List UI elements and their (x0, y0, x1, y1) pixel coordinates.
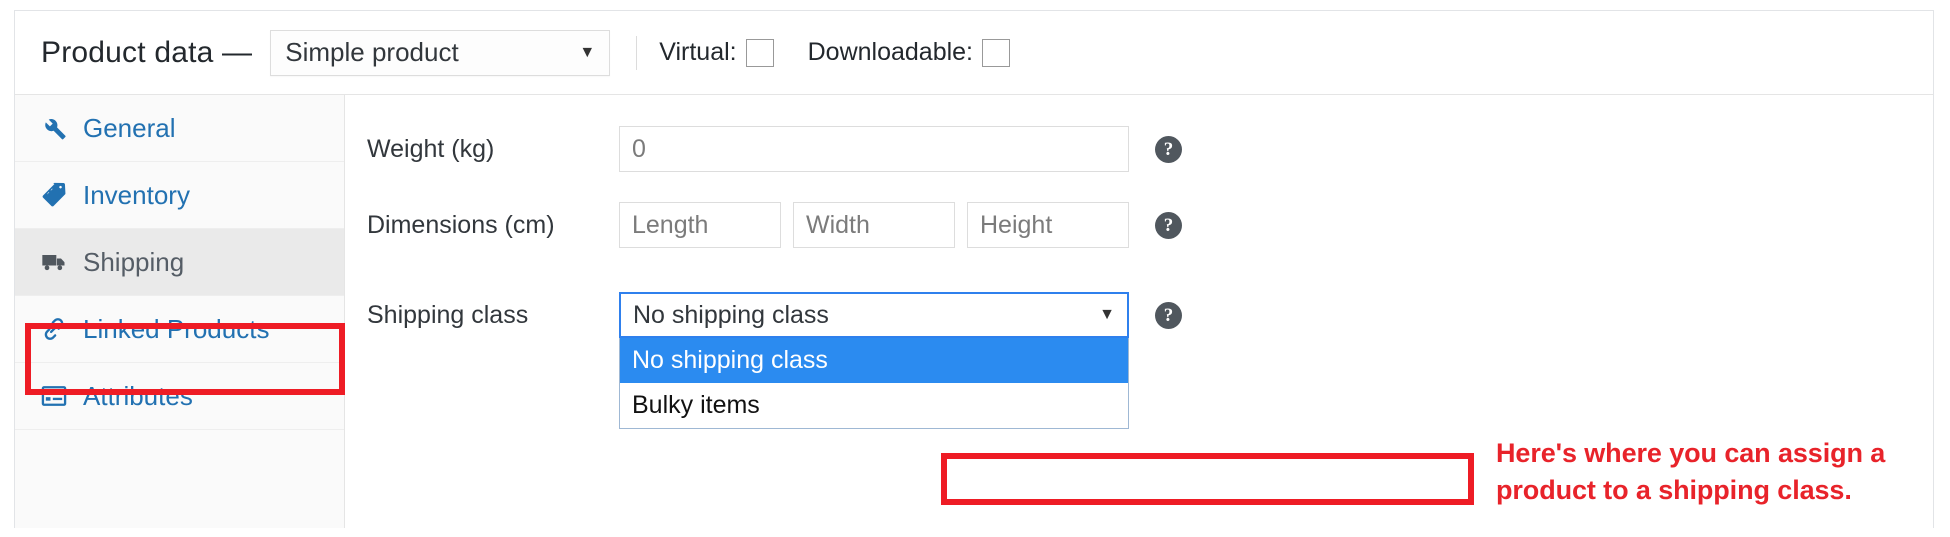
list-table-icon (39, 381, 69, 411)
dimension-width-input[interactable] (793, 202, 955, 248)
sidebar-item-linked-products[interactable]: Linked Products (15, 296, 344, 363)
shipping-fields-panel: Weight (kg) ? Dimensions (cm) ? Shipping… (345, 95, 1933, 528)
product-data-header: Product data — Simple product ▼ Virtual:… (15, 11, 1933, 95)
weight-input[interactable] (619, 126, 1129, 172)
annotation-callout: Here's where you can assign a product to… (1496, 438, 1886, 506)
virtual-label: Virtual: (659, 38, 737, 66)
option-label: Bulky items (632, 391, 760, 419)
header-divider (636, 35, 638, 70)
downloadable-label: Downloadable: (807, 38, 974, 66)
dimensions-label: Dimensions (cm) (367, 210, 555, 239)
help-icon[interactable]: ? (1155, 135, 1182, 163)
screenshot-root: Product data — Simple product ▼ Virtual:… (0, 0, 1950, 537)
shipping-class-field-row: Shipping class No shipping class ▼ No sh… (345, 277, 1933, 429)
product-data-tabs: General Inventory Shipping Linked Produc… (15, 95, 345, 528)
sidebar-item-label: Inventory (83, 180, 190, 210)
option-label: No shipping class (632, 346, 828, 374)
dimension-length-input[interactable] (619, 202, 781, 248)
product-type-value: Simple product (285, 37, 459, 67)
shipping-class-label: Shipping class (367, 300, 529, 329)
tag-icon (39, 180, 69, 210)
sidebar-item-label: Attributes (83, 381, 193, 411)
sidebar-item-label: Linked Products (83, 314, 270, 344)
sidebar-item-inventory[interactable]: Inventory (15, 162, 344, 229)
shipping-class-select[interactable]: No shipping class ▼ (619, 292, 1129, 338)
product-type-dropdown[interactable]: Simple product ▼ (270, 29, 611, 76)
option-bulky-items[interactable]: Bulky items (620, 383, 1128, 428)
downloadable-checkbox[interactable] (982, 38, 1011, 67)
sidebar-item-general[interactable]: General (15, 95, 344, 162)
product-data-body: General Inventory Shipping Linked Produc… (15, 95, 1933, 528)
shipping-class-select-wrapper: No shipping class ▼ No shipping class Bu… (619, 292, 1129, 429)
dimensions-field-row: Dimensions (cm) ? (345, 187, 1933, 263)
chevron-down-icon: ▼ (579, 43, 596, 61)
help-icon[interactable]: ? (1155, 211, 1182, 239)
dimension-height-input[interactable] (967, 202, 1129, 248)
shipping-class-options-list: No shipping class Bulky items (619, 338, 1129, 429)
chevron-down-icon: ▼ (1099, 306, 1115, 323)
sidebar-item-label: Shipping (83, 247, 185, 277)
sidebar-item-label: General (83, 113, 176, 143)
shipping-class-selected-value: No shipping class (633, 300, 829, 329)
wrench-icon (39, 113, 69, 143)
downloadable-checkbox-group: Downloadable: (807, 38, 1011, 67)
help-icon[interactable]: ? (1155, 301, 1182, 329)
sidebar-item-shipping[interactable]: Shipping (15, 229, 344, 296)
virtual-checkbox[interactable] (745, 38, 774, 67)
truck-icon (39, 247, 69, 277)
weight-field-row: Weight (kg) ? (345, 111, 1933, 187)
product-data-panel: Product data — Simple product ▼ Virtual:… (14, 10, 1934, 528)
weight-label: Weight (kg) (367, 134, 495, 163)
page-title: Product data — (41, 35, 253, 69)
option-no-shipping-class[interactable]: No shipping class (620, 338, 1128, 383)
sidebar-item-attributes[interactable]: Attributes (15, 363, 344, 430)
link-icon (39, 314, 69, 344)
virtual-checkbox-group: Virtual: (659, 38, 774, 67)
highlight-box-bulky-items (941, 453, 1474, 505)
